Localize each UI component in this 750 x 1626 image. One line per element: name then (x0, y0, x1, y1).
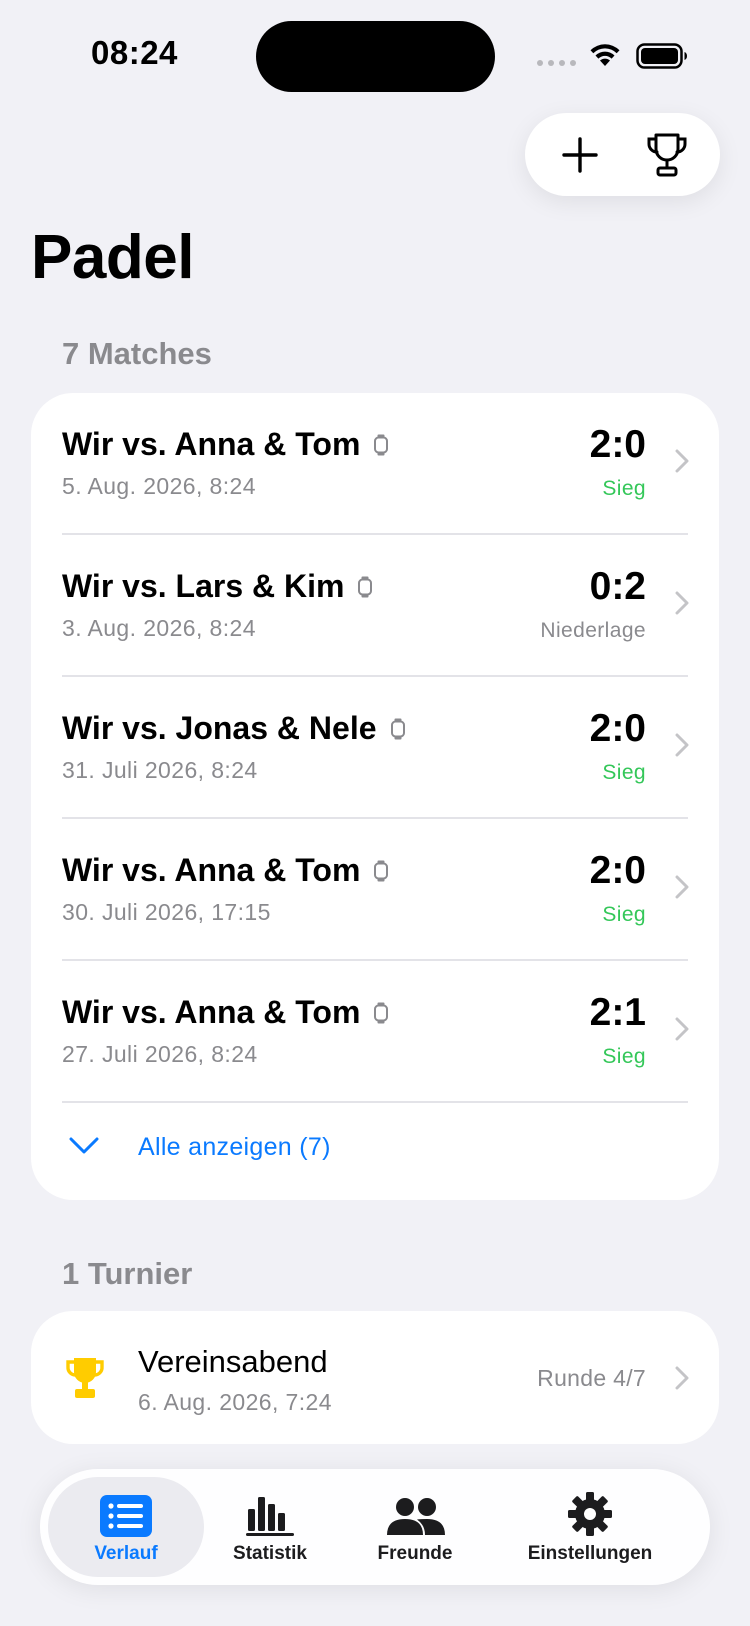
match-title: Wir vs. Anna & Tom (62, 852, 389, 889)
match-result: Sieg (602, 761, 646, 784)
matches-card: Wir vs. Anna & Tom 5. Aug. 2026, 8:24 2:… (31, 393, 719, 1200)
match-result: Niederlage (540, 619, 646, 642)
match-date: 30. Juli 2026, 17:15 (62, 899, 271, 925)
match-score: 2:0 (589, 707, 646, 750)
trophy-icon (66, 1358, 104, 1398)
match-row[interactable]: Wir vs. Anna & Tom 30. Juli 2026, 17:15 … (31, 819, 719, 961)
watch-icon (390, 718, 405, 739)
tournament-row[interactable]: Vereinsabend 6. Aug. 2026, 7:24 Runde 4/… (31, 1311, 719, 1444)
match-title-text: Wir vs. Jonas & Nele (62, 710, 377, 746)
tab-label: Freunde (377, 1543, 453, 1564)
plus-icon (562, 136, 598, 173)
tournament-round: Runde 4/7 (537, 1365, 646, 1391)
match-score: 0:2 (589, 565, 646, 608)
match-score: 2:0 (589, 849, 646, 892)
match-date: 31. Juli 2026, 8:24 (62, 757, 258, 783)
match-title-text: Wir vs. Anna & Tom (62, 852, 361, 888)
match-row[interactable]: Wir vs. Anna & Tom 27. Juli 2026, 8:24 2… (31, 961, 719, 1103)
tournaments-section-header: 1 Turnier (62, 1256, 193, 1291)
match-result: Sieg (602, 903, 646, 926)
tab-label: Verlauf (94, 1543, 158, 1564)
match-row[interactable]: Wir vs. Anna & Tom 5. Aug. 2026, 8:24 2:… (31, 393, 719, 535)
gear-icon (568, 1492, 612, 1536)
match-title-text: Wir vs. Anna & Tom (62, 426, 361, 462)
match-row[interactable]: Wir vs. Jonas & Nele 31. Juli 2026, 8:24… (31, 677, 719, 819)
chevron-right-icon (675, 1017, 689, 1041)
matches-section-header: 7 Matches (62, 336, 212, 371)
tournament-button[interactable] (622, 113, 712, 196)
chevron-right-icon (675, 733, 689, 757)
cellular-signal-icon (537, 60, 576, 66)
match-title: Wir vs. Anna & Tom (62, 426, 389, 463)
chevron-right-icon (675, 875, 689, 899)
people-icon (387, 1498, 445, 1535)
tab-bar: Verlauf Statistik Freunde Einstellungen (40, 1469, 710, 1585)
header-actions (525, 113, 720, 196)
tab-verlauf[interactable]: Verlauf (58, 1469, 194, 1585)
chevron-down-icon (69, 1137, 99, 1154)
tab-statistik[interactable]: Statistik (205, 1469, 335, 1585)
chevron-right-icon (675, 1366, 689, 1390)
trophy-icon (647, 133, 687, 176)
match-result: Sieg (602, 477, 646, 500)
page-title: Padel (31, 223, 194, 292)
tab-label: Statistik (233, 1543, 307, 1564)
watch-icon (374, 1002, 389, 1023)
dynamic-island (256, 21, 495, 92)
status-bar: 08:24 (0, 0, 750, 110)
chevron-right-icon (675, 591, 689, 615)
match-title-text: Wir vs. Anna & Tom (62, 994, 361, 1030)
battery-icon (636, 43, 687, 69)
match-title-text: Wir vs. Lars & Kim (62, 568, 345, 604)
match-score: 2:0 (589, 423, 646, 466)
show-all-label: Alle anzeigen (7) (138, 1133, 331, 1161)
add-match-button[interactable] (535, 113, 625, 196)
match-title: Wir vs. Anna & Tom (62, 994, 389, 1031)
watch-icon (374, 434, 389, 455)
match-date: 5. Aug. 2026, 8:24 (62, 473, 256, 499)
match-row[interactable]: Wir vs. Lars & Kim 3. Aug. 2026, 8:24 0:… (31, 535, 719, 677)
match-result: Sieg (602, 1045, 646, 1068)
watch-icon (374, 860, 389, 881)
show-all-button[interactable]: Alle anzeigen (7) (31, 1103, 719, 1200)
watch-icon (358, 576, 373, 597)
tab-einstellungen[interactable]: Einstellungen (490, 1469, 690, 1585)
match-score: 2:1 (589, 991, 646, 1034)
match-title: Wir vs. Jonas & Nele (62, 710, 405, 747)
list-icon (100, 1495, 152, 1537)
tab-label: Einstellungen (527, 1543, 653, 1564)
match-date: 27. Juli 2026, 8:24 (62, 1041, 258, 1067)
wifi-icon (590, 44, 620, 66)
match-title: Wir vs. Lars & Kim (62, 568, 373, 605)
tournament-title: Vereinsabend (138, 1344, 328, 1379)
bar-chart-icon (246, 1497, 294, 1536)
status-time: 08:24 (91, 34, 178, 71)
match-date: 3. Aug. 2026, 8:24 (62, 615, 256, 641)
tab-freunde[interactable]: Freunde (350, 1469, 480, 1585)
tournament-date: 6. Aug. 2026, 7:24 (138, 1389, 332, 1415)
chevron-right-icon (675, 449, 689, 473)
